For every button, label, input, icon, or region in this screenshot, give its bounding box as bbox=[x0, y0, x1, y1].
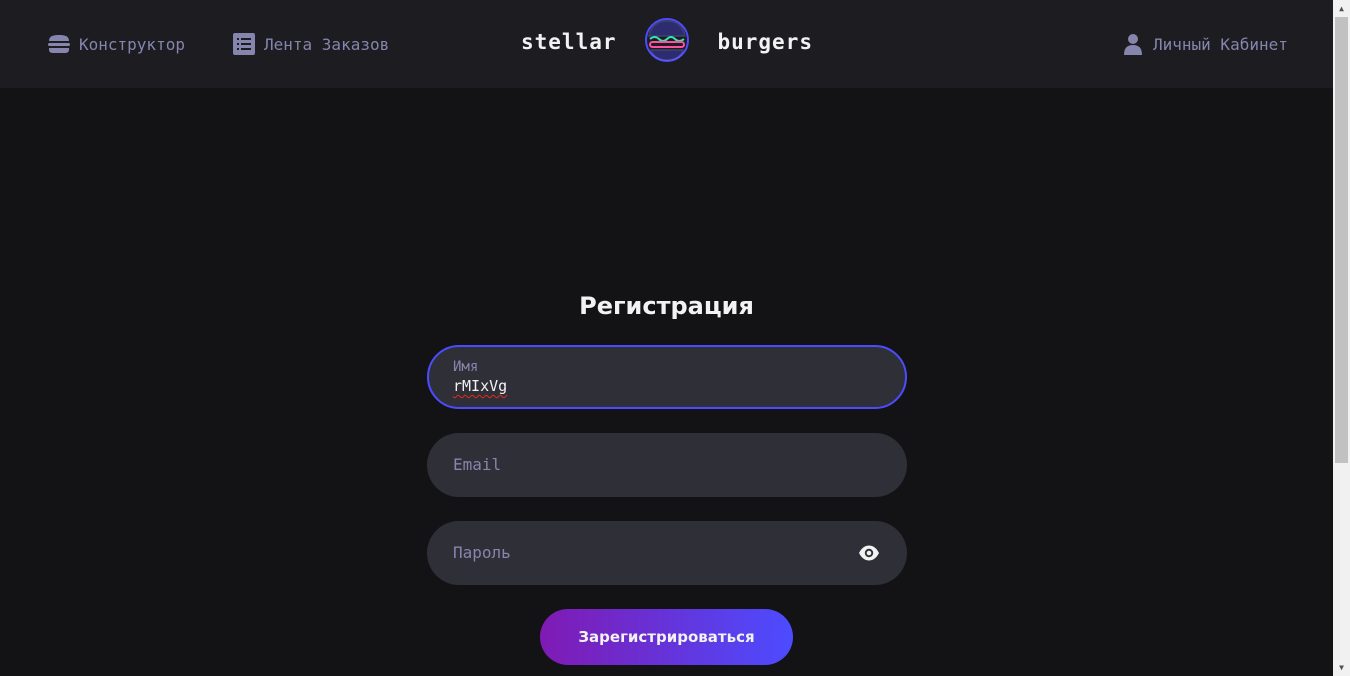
nav-constructor[interactable]: Конструктор bbox=[47, 0, 185, 88]
email-field-placeholder: Email bbox=[453, 455, 502, 474]
burger-icon bbox=[47, 32, 71, 56]
scrollbar-thumb[interactable] bbox=[1335, 17, 1348, 463]
nav-order-feed-label: Лента Заказов bbox=[264, 34, 390, 54]
nav-personal-account-label: Личный Кабинет bbox=[1153, 34, 1288, 54]
app-header: Конструктор Лента Заказов stellar burger… bbox=[0, 0, 1333, 88]
email-field[interactable]: Email bbox=[427, 433, 907, 497]
nav-personal-account[interactable]: Личный Кабинет bbox=[1121, 0, 1288, 88]
scroll-down-icon[interactable]: ▼ bbox=[1333, 659, 1350, 676]
logo-burger-icon bbox=[644, 17, 690, 67]
register-button[interactable]: Зарегистрироваться bbox=[540, 609, 793, 665]
eye-icon[interactable] bbox=[857, 541, 881, 565]
name-field-value[interactable]: rMIxVg bbox=[453, 377, 507, 395]
profile-icon bbox=[1121, 32, 1145, 56]
logo-text-right: burgers bbox=[717, 30, 813, 54]
stellar-burgers-logo[interactable]: stellar burgers bbox=[521, 18, 813, 66]
page-title: Регистрация bbox=[579, 292, 754, 320]
name-field[interactable]: Имя rMIxVg bbox=[427, 345, 907, 409]
name-field-label: Имя bbox=[453, 359, 479, 375]
password-field[interactable]: Пароль bbox=[427, 521, 907, 585]
vertical-scrollbar[interactable]: ▲ ▼ bbox=[1333, 0, 1350, 676]
nav-constructor-label: Конструктор bbox=[79, 34, 185, 54]
password-field-placeholder: Пароль bbox=[453, 543, 511, 562]
list-icon bbox=[232, 32, 256, 56]
nav-order-feed[interactable]: Лента Заказов bbox=[232, 0, 389, 88]
logo-text-left: stellar bbox=[521, 30, 617, 54]
scroll-up-icon[interactable]: ▲ bbox=[1333, 0, 1350, 17]
